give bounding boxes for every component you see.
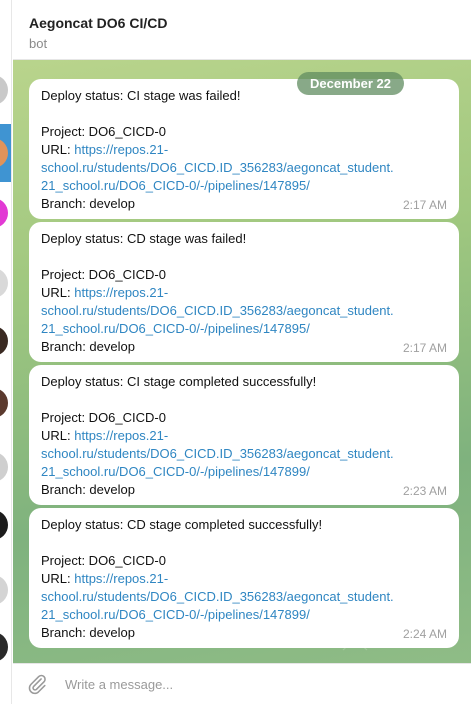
pipeline-link[interactable]: 21_school.ru/DO6_CICD-0/-/pipelines/1478… — [41, 607, 310, 622]
message-project: Project: DO6_CICD-0 — [41, 124, 166, 139]
message-bubble[interactable]: Deploy status: CD stage was failed! Proj… — [29, 222, 459, 362]
message-project: Project: DO6_CICD-0 — [41, 553, 166, 568]
date-divider: December 22 — [297, 72, 404, 95]
chat-list-avatar[interactable] — [0, 326, 8, 356]
chat-subtitle: bot — [29, 36, 48, 51]
message-url-row: URL: https://repos.21- — [41, 427, 447, 445]
message-url-row: URL: https://repos.21- — [41, 284, 447, 302]
message-url-row: 21_school.ru/DO6_CICD-0/-/pipelines/1478… — [41, 463, 447, 481]
pipeline-link[interactable]: school.ru/students/DO6_CICD.ID_356283/ae… — [41, 303, 394, 318]
pipeline-link[interactable]: 21_school.ru/DO6_CICD-0/-/pipelines/1478… — [41, 178, 310, 193]
message-branch: Branch: develop — [41, 339, 135, 354]
message-url-label: URL: — [41, 571, 75, 586]
pipeline-link[interactable]: school.ru/students/DO6_CICD.ID_356283/ae… — [41, 160, 394, 175]
message-input[interactable] — [65, 672, 455, 696]
message-status: Deploy status: CD stage was failed! — [41, 231, 247, 246]
message-spacer — [41, 391, 447, 409]
pipeline-link[interactable]: school.ru/students/DO6_CICD.ID_356283/ae… — [41, 446, 394, 461]
message-url-label: URL: — [41, 142, 75, 157]
chat-list-avatar[interactable] — [0, 452, 8, 482]
message-branch: Branch: develop — [41, 196, 135, 211]
message-url-label: URL: — [41, 285, 75, 300]
pipeline-link[interactable]: https://repos.21- — [74, 142, 168, 157]
pipeline-link[interactable]: 21_school.ru/DO6_CICD-0/-/pipelines/1478… — [41, 321, 310, 336]
message-project: Project: DO6_CICD-0 — [41, 410, 166, 425]
chat-header[interactable]: Aegoncat DO6 CI/CD bot — [13, 0, 471, 60]
message-branch: Branch: develop — [41, 482, 135, 497]
message-project: Project: DO6_CICD-0 — [41, 267, 166, 282]
message-time: 2:17 AM — [402, 341, 447, 355]
chat-list-avatar[interactable] — [0, 268, 8, 298]
message-url-row: school.ru/students/DO6_CICD.ID_356283/ae… — [41, 588, 447, 606]
chat-list-avatar[interactable] — [0, 75, 8, 105]
message-url-row: 21_school.ru/DO6_CICD-0/-/pipelines/1478… — [41, 177, 447, 195]
pipeline-link[interactable]: https://repos.21- — [74, 428, 168, 443]
message-area[interactable]: Deploy status: CI stage was failed! Proj… — [13, 60, 471, 663]
message-bubble[interactable]: Deploy status: CI stage was failed! Proj… — [29, 79, 459, 219]
message-bubble[interactable]: Deploy status: CI stage completed succes… — [29, 365, 459, 505]
pipeline-link[interactable]: 21_school.ru/DO6_CICD-0/-/pipelines/1478… — [41, 464, 310, 479]
message-composer — [13, 663, 471, 704]
message-url-row: URL: https://repos.21- — [41, 141, 447, 159]
pipeline-link[interactable]: https://repos.21- — [74, 571, 168, 586]
chat-list-avatar[interactable] — [0, 632, 8, 662]
message-url-row: 21_school.ru/DO6_CICD-0/-/pipelines/1478… — [41, 606, 447, 624]
pipeline-link[interactable]: https://repos.21- — [74, 285, 168, 300]
message-url-row: 21_school.ru/DO6_CICD-0/-/pipelines/1478… — [41, 320, 447, 338]
message-spacer — [41, 248, 447, 266]
message-status: Deploy status: CI stage completed succes… — [41, 374, 317, 389]
message-status: Deploy status: CD stage completed succes… — [41, 517, 323, 532]
message-spacer — [41, 105, 447, 123]
message-time: 2:23 AM — [402, 484, 447, 498]
chat-list-edge — [0, 0, 12, 704]
chat-list-avatar[interactable] — [0, 510, 8, 540]
paperclip-icon[interactable] — [26, 673, 48, 695]
message-url-row: school.ru/students/DO6_CICD.ID_356283/ae… — [41, 302, 447, 320]
message-url-label: URL: — [41, 428, 75, 443]
chat-list-avatar[interactable] — [0, 575, 8, 605]
pipeline-link[interactable]: school.ru/students/DO6_CICD.ID_356283/ae… — [41, 589, 394, 604]
message-url-row: URL: https://repos.21- — [41, 570, 447, 588]
message-time: 2:17 AM — [402, 198, 447, 212]
message-url-row: school.ru/students/DO6_CICD.ID_356283/ae… — [41, 445, 447, 463]
message-time: 2:24 AM — [402, 627, 447, 641]
message-bubble[interactable]: Deploy status: CD stage completed succes… — [29, 508, 459, 648]
message-branch: Branch: develop — [41, 625, 135, 640]
message-spacer — [41, 534, 447, 552]
chat-list-avatar[interactable] — [0, 388, 8, 418]
chat-title[interactable]: Aegoncat DO6 CI/CD — [29, 15, 167, 31]
message-url-row: school.ru/students/DO6_CICD.ID_356283/ae… — [41, 159, 447, 177]
chat-list-avatar[interactable] — [0, 198, 8, 228]
